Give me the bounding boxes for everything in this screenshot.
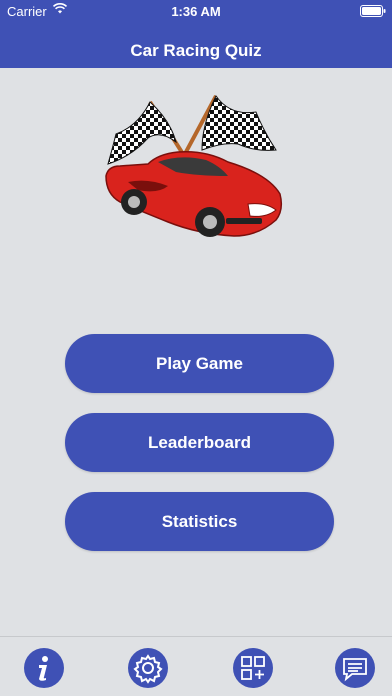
status-bar: Carrier 1:36 AM — [0, 0, 392, 22]
status-time: 1:36 AM — [171, 4, 221, 19]
feedback-button[interactable] — [335, 648, 375, 688]
chat-icon — [343, 658, 367, 682]
tab-bar — [0, 636, 392, 696]
leaderboard-button[interactable]: Leaderboard — [65, 413, 334, 472]
settings-button[interactable] — [128, 648, 168, 688]
play-game-button[interactable]: Play Game — [65, 334, 334, 393]
battery-icon — [360, 5, 386, 17]
more-apps-button[interactable] — [233, 648, 273, 688]
gear-icon — [133, 654, 163, 684]
apps-add-icon — [241, 656, 265, 680]
race-car-logo-icon — [105, 95, 283, 237]
info-icon — [39, 656, 48, 681]
header: Carrier 1:36 AM Car Racing Quiz — [0, 0, 392, 68]
page-title: Car Racing Quiz — [130, 41, 262, 60]
statistics-button[interactable]: Statistics — [65, 492, 334, 551]
info-button[interactable] — [24, 648, 64, 688]
